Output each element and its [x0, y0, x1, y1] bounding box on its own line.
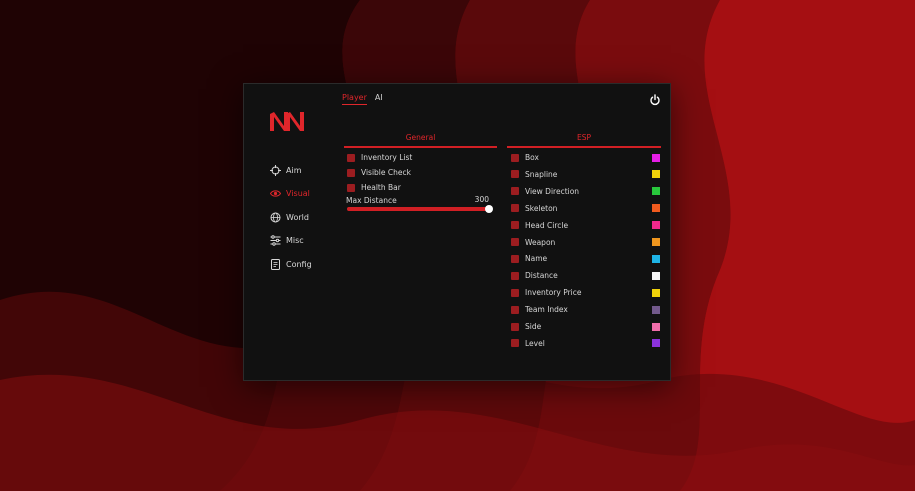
color-swatch[interactable]: [652, 305, 660, 314]
color-swatch[interactable]: [652, 238, 660, 246]
option-label: Skeleton: [525, 203, 558, 213]
esp-option-weapon[interactable]: Weapon: [511, 238, 660, 247]
color-swatch[interactable]: [652, 271, 660, 280]
document-icon: [270, 258, 281, 270]
esp-option-snapline[interactable]: Snapline: [511, 170, 660, 179]
esp-option-side[interactable]: Side: [511, 322, 660, 331]
color-swatch[interactable]: [652, 187, 660, 196]
sidebar-item-label: Aim: [286, 165, 302, 175]
color-swatch[interactable]: [652, 153, 660, 162]
color-swatch[interactable]: [652, 288, 660, 297]
color-swatch[interactable]: [652, 254, 660, 263]
option-label: Level: [525, 338, 545, 348]
checkbox[interactable]: [511, 238, 519, 246]
tab-ai[interactable]: AI: [375, 93, 383, 105]
tab-player[interactable]: Player: [342, 93, 367, 105]
esp-option-head-circle[interactable]: Head Circle: [511, 221, 660, 230]
checkbox[interactable]: [511, 288, 519, 297]
option-label: Inventory Price: [525, 288, 582, 298]
esp-option-box[interactable]: Box: [511, 153, 660, 162]
option-label: Snapline: [525, 169, 558, 179]
max-distance-label: Max Distance: [346, 196, 397, 205]
crosshair-icon: [270, 164, 281, 176]
power-icon[interactable]: [649, 91, 661, 106]
checkbox[interactable]: [511, 271, 519, 280]
checkbox[interactable]: [511, 254, 519, 263]
option-label: Distance: [525, 271, 558, 281]
top-tabs: Player AI: [342, 93, 383, 105]
max-distance-slider[interactable]: [347, 205, 493, 213]
color-swatch[interactable]: [652, 204, 660, 213]
sliders-icon: [270, 235, 281, 246]
sidebar-item-aim[interactable]: Aim: [270, 162, 312, 178]
globe-icon: [270, 212, 281, 223]
slider-handle[interactable]: [485, 205, 493, 213]
sidebar-nav: Aim Visual World Misc Config: [270, 162, 312, 280]
checkbox[interactable]: [511, 322, 519, 331]
option-label: Head Circle: [525, 220, 569, 230]
option-health-bar[interactable]: Health Bar: [347, 183, 401, 192]
esp-option-view-direction[interactable]: View Direction: [511, 187, 660, 196]
slider-fill: [347, 207, 489, 211]
checkbox[interactable]: [511, 170, 519, 179]
option-label: Name: [525, 254, 548, 264]
checkbox[interactable]: [511, 221, 519, 230]
esp-section-title: ESP: [507, 133, 661, 148]
checkbox[interactable]: [511, 204, 519, 213]
option-visible-check[interactable]: Visible Check: [347, 168, 411, 177]
sidebar-item-label: Visual: [286, 189, 310, 199]
general-section-title: General: [344, 133, 497, 148]
nn-logo: [270, 112, 304, 131]
option-label: Visible Check: [361, 168, 411, 177]
esp-option-level[interactable]: Level: [511, 339, 660, 348]
checkbox[interactable]: [511, 339, 519, 348]
option-label: Team Index: [525, 305, 568, 315]
sidebar-item-misc[interactable]: Misc: [270, 233, 312, 249]
option-inventory-list[interactable]: Inventory List: [347, 153, 412, 162]
cheat-menu-window: Player AI Aim Visual World Misc Config G…: [243, 83, 671, 381]
esp-option-skeleton[interactable]: Skeleton: [511, 204, 660, 213]
sidebar-item-label: Misc: [286, 236, 304, 246]
checkbox[interactable]: [347, 183, 355, 192]
sidebar-item-visual[interactable]: Visual: [270, 186, 312, 202]
option-label: Health Bar: [361, 183, 401, 192]
checkbox[interactable]: [511, 153, 519, 162]
color-swatch[interactable]: [652, 170, 660, 179]
option-label: Inventory List: [361, 153, 413, 162]
option-label: View Direction: [525, 186, 580, 196]
option-label: Weapon: [525, 237, 556, 247]
option-label: Box: [525, 153, 539, 162]
esp-option-distance[interactable]: Distance: [511, 271, 660, 280]
sidebar-item-world[interactable]: World: [270, 209, 312, 225]
color-swatch[interactable]: [652, 322, 660, 331]
color-swatch[interactable]: [652, 221, 660, 230]
checkbox[interactable]: [511, 187, 519, 196]
color-swatch[interactable]: [652, 339, 660, 348]
esp-option-team-index[interactable]: Team Index: [511, 305, 660, 314]
checkbox[interactable]: [511, 305, 519, 314]
sidebar-item-label: World: [286, 212, 309, 222]
esp-option-name[interactable]: Name: [511, 254, 660, 263]
option-label: Side: [525, 322, 542, 331]
max-distance-value: 300: [474, 195, 489, 204]
checkbox[interactable]: [347, 153, 355, 162]
esp-option-inventory-price[interactable]: Inventory Price: [511, 288, 660, 297]
checkbox[interactable]: [347, 168, 355, 177]
eye-icon: [270, 188, 281, 199]
sidebar-item-label: Config: [286, 259, 312, 269]
sidebar-item-config[interactable]: Config: [270, 256, 312, 272]
